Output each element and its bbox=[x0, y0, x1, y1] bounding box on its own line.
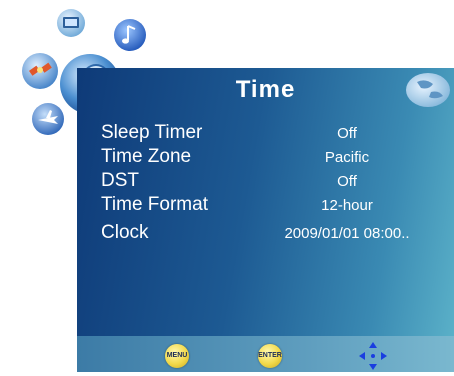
setting-value-time-format[interactable]: 12-hour bbox=[247, 196, 447, 216]
setting-value-dst[interactable]: Off bbox=[247, 172, 447, 192]
setting-label-dst: DST bbox=[101, 170, 139, 191]
satellite-icon bbox=[20, 52, 60, 90]
music-icon bbox=[112, 18, 148, 52]
time-settings-panel: Time Sleep Timer Off Time Zone Pacific D… bbox=[77, 68, 454, 336]
setting-label-sleep-timer: Sleep Timer bbox=[101, 122, 203, 143]
setting-label-time-zone: Time Zone bbox=[101, 146, 192, 167]
page-title: Time bbox=[235, 76, 296, 103]
setting-label-time-format: Time Format bbox=[101, 194, 208, 215]
menu-button[interactable]: MENU bbox=[165, 344, 189, 368]
setting-label-clock: Clock bbox=[101, 222, 149, 243]
button-hint-bar: MENU ENTER bbox=[77, 336, 454, 372]
navigation-arrows-icon bbox=[358, 341, 388, 371]
setting-value-sleep-timer[interactable]: Off bbox=[247, 124, 447, 144]
enter-button[interactable]: ENTER bbox=[258, 344, 282, 368]
tv-icon bbox=[55, 8, 87, 38]
setting-value-clock[interactable]: 2009/01/01 08:00.. bbox=[247, 224, 447, 244]
setting-value-time-zone[interactable]: Pacific bbox=[247, 148, 447, 168]
airplane-icon bbox=[30, 102, 66, 136]
globe-icon bbox=[403, 70, 453, 110]
